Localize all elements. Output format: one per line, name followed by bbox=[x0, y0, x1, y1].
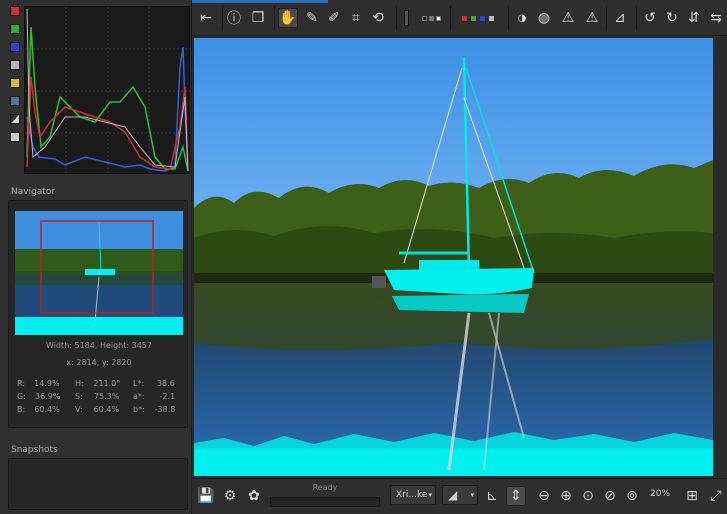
chroma-channel-toggle[interactable] bbox=[10, 78, 20, 88]
new-detail-window-icon[interactable]: ⊞ bbox=[682, 486, 702, 506]
progress-bar bbox=[270, 497, 380, 507]
shadow-clip-warning-icon[interactable]: ⚠ bbox=[558, 8, 578, 28]
histogram-luma-curve bbox=[26, 8, 189, 172]
navigator-panel: Width: 5184, Height: 3457 x: 2814, y: 28… bbox=[8, 200, 188, 428]
navigator-title: Navigator bbox=[11, 187, 56, 197]
info-icon[interactable]: ⓘ bbox=[224, 8, 244, 28]
histogram-buttons bbox=[8, 6, 22, 150]
image-dimensions: Width: 5184, Height: 3457 bbox=[46, 341, 152, 350]
status-text: Ready bbox=[312, 483, 338, 492]
image-preview[interactable] bbox=[194, 38, 713, 476]
hide-left-panel-icon[interactable]: ⇤ bbox=[196, 8, 216, 28]
send-to-queue-icon[interactable]: ⚙ bbox=[220, 486, 240, 506]
blue-channel-toggle[interactable] bbox=[10, 42, 20, 52]
before-after-icon[interactable]: ❐ bbox=[248, 8, 268, 28]
rgb-values: R: 14.9% G: 36.9% B: 60.4% bbox=[17, 379, 61, 414]
gamut-icon[interactable]: ◍ bbox=[534, 8, 554, 28]
bottom-toolbar: 💾 ⚙ ✿ Ready Xri...ke ▾ ◢ ▾ ⊾ ⇕ ⊖ ⊕ ⊙ ⊘ ⊚ 2… bbox=[192, 478, 727, 514]
background-swatches[interactable] bbox=[416, 8, 446, 28]
channel-preview-swatches[interactable] bbox=[454, 8, 502, 28]
luminance-channel-toggle[interactable] bbox=[10, 60, 20, 70]
hand-tool-icon[interactable]: ✋ bbox=[278, 8, 298, 28]
histogram bbox=[24, 6, 191, 175]
zoom-in-icon[interactable]: ⊕ bbox=[556, 486, 576, 506]
cursor-coords: x: 2814, y: 2820 bbox=[66, 358, 132, 367]
vertical-scrollbar[interactable] bbox=[714, 38, 727, 476]
left-panel: Navigator Width: 5184, Height: 3457 x: 2… bbox=[0, 0, 192, 514]
top-toolbar: ⇤ ⓘ ❐ ✋ ✎ ✐ ⌗ ⟲ ◑ ◍ ⚠ ⚠ ⊿ ↺ ↻ ⇵ ⇆ bbox=[192, 0, 727, 36]
color-picker-icon[interactable]: ✐ bbox=[324, 8, 344, 28]
zoom-level: 20% bbox=[650, 489, 671, 499]
rotate-right-icon[interactable]: ↻ bbox=[662, 8, 682, 28]
tone-curve-select[interactable]: ◢ ▾ bbox=[442, 485, 478, 505]
save-image-icon[interactable]: 💾 bbox=[196, 486, 216, 506]
preview-background-icon[interactable] bbox=[400, 8, 412, 28]
flip-vertical-icon[interactable]: ⇵ bbox=[684, 8, 704, 28]
zoom-100-icon[interactable]: ⊙ bbox=[578, 486, 598, 506]
snapshots-list[interactable] bbox=[8, 458, 188, 510]
focus-mask-icon[interactable]: ◑ bbox=[512, 8, 532, 28]
straighten-icon[interactable]: ⟲ bbox=[368, 8, 388, 28]
zoom-fit-icon[interactable]: ⊘ bbox=[600, 486, 620, 506]
open-in-editor-icon[interactable]: ✿ bbox=[244, 486, 264, 506]
fullscreen-icon[interactable]: ⤢ bbox=[706, 486, 726, 506]
bar-mode-toggle[interactable] bbox=[10, 114, 20, 124]
raw-channel-toggle[interactable] bbox=[10, 96, 20, 106]
green-channel-toggle[interactable] bbox=[10, 24, 20, 34]
fit-crop-icon[interactable]: ⇕ bbox=[506, 486, 526, 506]
flip-horizontal-icon[interactable]: ⇆ bbox=[706, 8, 726, 28]
progress-accent bbox=[192, 0, 328, 3]
output-profile-select[interactable]: Xri...ke ▾ bbox=[390, 485, 436, 505]
snapshots-title: Snapshots bbox=[11, 445, 58, 455]
lab-values: L*: 38.6 a*: -2.1 b*: -38.8 bbox=[133, 379, 176, 414]
zoom-fit-crop-icon[interactable]: ⊚ bbox=[622, 486, 642, 506]
crop-icon[interactable]: ⌗ bbox=[346, 8, 366, 28]
hsv-values: H: 211.0° S: 75.3% V: 60.4% bbox=[75, 379, 121, 414]
zoom-out-icon[interactable]: ⊖ bbox=[534, 486, 554, 506]
external-editor-icon[interactable]: ⊿ bbox=[610, 8, 630, 28]
navigator-preview[interactable] bbox=[15, 211, 183, 335]
histogram-mode-toggle[interactable] bbox=[10, 132, 20, 142]
red-channel-toggle[interactable] bbox=[10, 6, 20, 16]
crop-guides-icon[interactable]: ⊾ bbox=[482, 486, 502, 506]
highlight-clip-warning-icon[interactable]: ⚠ bbox=[582, 8, 602, 28]
app-window: Navigator Width: 5184, Height: 3457 x: 2… bbox=[0, 0, 727, 514]
rotate-left-icon[interactable]: ↺ bbox=[640, 8, 660, 28]
white-balance-picker-icon[interactable]: ✎ bbox=[302, 8, 322, 28]
